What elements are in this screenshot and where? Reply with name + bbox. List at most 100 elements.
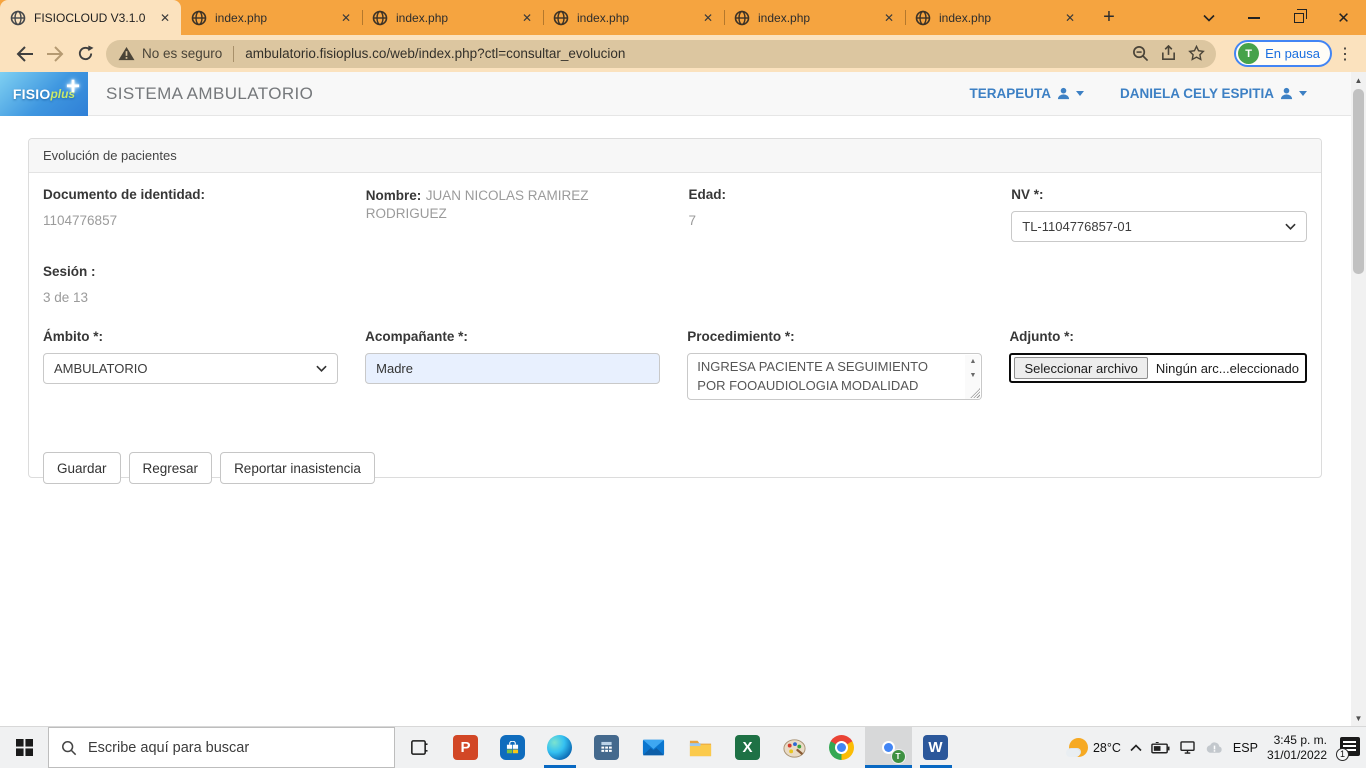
system-tray: 28°C ESP 3:45 p. m. 31/01/2022 1 (1069, 727, 1366, 768)
globe-favicon-icon (915, 10, 931, 26)
reportar-inasistencia-button[interactable]: Reportar inasistencia (220, 452, 375, 484)
nv-select[interactable]: TL-1104776857-01 (1011, 211, 1307, 242)
tab-title: FISIOCLOUD V3.1.0 (34, 11, 149, 25)
tab-close-icon[interactable]: ✕ (881, 10, 897, 26)
date-label: 31/01/2022 (1267, 748, 1327, 763)
url-text[interactable]: ambulatorio.fisioplus.co/web/index.php?c… (245, 46, 1126, 61)
share-button[interactable] (1154, 41, 1182, 67)
edge-app-button[interactable] (536, 727, 583, 768)
network-status[interactable] (1179, 741, 1196, 754)
minimize-button[interactable] (1231, 0, 1276, 35)
store-app-button[interactable] (489, 727, 536, 768)
person-icon (1057, 87, 1070, 100)
panel-body: Documento de identidad: 1104776857 Nombr… (29, 173, 1321, 500)
tab-indexphp-4[interactable]: index.php ✕ (724, 0, 905, 35)
back-button[interactable] (10, 39, 40, 69)
chrome-icon (829, 735, 854, 760)
zoom-out-button[interactable] (1126, 41, 1154, 67)
task-view-button[interactable] (395, 727, 442, 768)
nv-field: NV *: TL-1104776857-01 (1011, 187, 1307, 242)
tab-close-icon[interactable]: ✕ (700, 10, 716, 26)
tab-title: index.php (215, 11, 330, 25)
nav-user-label: DANIELA CELY ESPITIA (1120, 86, 1274, 101)
brand-name: FISIO (13, 86, 51, 102)
procedimiento-label: Procedimiento *: (687, 329, 982, 344)
ambito-label: Ámbito *: (43, 329, 338, 344)
restore-button[interactable] (1276, 0, 1321, 35)
procedimiento-text: INGRESA PACIENTE A SEGUIMIENTO POR FOOAU… (697, 358, 959, 400)
acompanante-input[interactable]: Madre (365, 353, 660, 384)
fisioplus-logo[interactable]: FISIOplus + (0, 72, 88, 116)
globe-favicon-icon (734, 10, 750, 26)
taskbar-search[interactable] (48, 727, 395, 768)
start-button[interactable] (0, 727, 48, 768)
weather-widget[interactable]: 28°C (1069, 738, 1121, 757)
windows-logo-icon (16, 739, 33, 756)
bookmark-star-button[interactable] (1182, 41, 1210, 67)
procedimiento-textarea[interactable]: INGRESA PACIENTE A SEGUIMIENTO POR FOOAU… (687, 353, 982, 400)
scrollbar-thumb[interactable] (1353, 89, 1364, 274)
close-icon: ✕ (1337, 9, 1350, 27)
new-tab-button[interactable]: + (1092, 4, 1126, 32)
file-status-text: Ningún arc...eleccionado (1156, 361, 1299, 376)
tab-indexphp-3[interactable]: index.php ✕ (543, 0, 724, 35)
notification-center-button[interactable]: 1 (1336, 737, 1360, 759)
page-scrollbar[interactable]: ▲ ▼ (1351, 72, 1366, 726)
edge-icon (547, 735, 572, 760)
scroll-up-icon[interactable]: ▲ (1351, 72, 1366, 88)
scroll-down-icon[interactable]: ▼ (1351, 710, 1366, 726)
word-app-button[interactable]: W (912, 727, 959, 768)
seleccionar-archivo-button[interactable]: Seleccionar archivo (1014, 357, 1147, 379)
search-input[interactable] (88, 740, 368, 756)
documento-label: Documento de identidad: (43, 187, 339, 202)
guardar-button[interactable]: Guardar (43, 452, 121, 484)
tab-close-icon[interactable]: ✕ (157, 10, 173, 26)
tray-expand-button[interactable] (1130, 744, 1142, 752)
tab-indexphp-2[interactable]: index.php ✕ (362, 0, 543, 35)
tab-indexphp-1[interactable]: index.php ✕ (181, 0, 362, 35)
mail-icon (641, 735, 666, 760)
tab-indexphp-5[interactable]: index.php ✕ (905, 0, 1086, 35)
browser-tab-strip: FISIOCLOUD V3.1.0 ✕ index.php ✕ index.ph… (0, 0, 1366, 35)
reload-button[interactable] (70, 39, 100, 69)
site-security-chip[interactable]: No es seguro (118, 46, 222, 61)
scroll-down-icon[interactable]: ▼ (965, 369, 980, 383)
tab-title: index.php (396, 11, 511, 25)
tab-search-chevron-icon[interactable] (1186, 0, 1231, 35)
star-icon (1188, 45, 1205, 62)
tab-fisiocloud[interactable]: FISIOCLOUD V3.1.0 ✕ (0, 0, 181, 35)
notification-count-badge: 1 (1336, 748, 1349, 761)
onedrive-status[interactable] (1205, 741, 1224, 754)
calculator-app-button[interactable] (583, 727, 630, 768)
ambito-select[interactable]: AMBULATORIO (43, 353, 338, 384)
powerpoint-app-button[interactable]: P (442, 727, 489, 768)
panel-title: Evolución de pacientes (29, 139, 1321, 173)
regresar-button[interactable]: Regresar (129, 452, 213, 484)
nav-user-menu[interactable]: DANIELA CELY ESPITIA (1120, 86, 1307, 101)
address-bar[interactable]: No es seguro ambulatorio.fisioplus.co/we… (106, 40, 1216, 68)
clock-widget[interactable]: 3:45 p. m. 31/01/2022 (1267, 733, 1327, 762)
resize-grip-icon[interactable] (970, 388, 980, 398)
excel-app-button[interactable]: X (724, 727, 771, 768)
edad-value: 7 (689, 213, 985, 228)
battery-status[interactable] (1151, 742, 1170, 754)
language-indicator[interactable]: ESP (1233, 741, 1258, 755)
mail-app-button[interactable] (630, 727, 677, 768)
tab-close-icon[interactable]: ✕ (338, 10, 354, 26)
forward-button[interactable] (40, 39, 70, 69)
adjunto-file-input[interactable]: Seleccionar archivo Ningún arc...eleccio… (1009, 353, 1307, 383)
chrome-app-button[interactable] (818, 727, 865, 768)
globe-favicon-icon (191, 10, 207, 26)
scroll-up-icon[interactable]: ▲ (965, 355, 980, 369)
documento-value: 1104776857 (43, 213, 339, 228)
tab-divider (362, 10, 363, 25)
profile-chip[interactable]: T En pausa (1234, 40, 1332, 67)
browser-menu-button[interactable]: ⋮ (1332, 44, 1358, 64)
tab-close-icon[interactable]: ✕ (1062, 10, 1078, 26)
file-explorer-app-button[interactable] (677, 727, 724, 768)
nav-terapeuta-menu[interactable]: TERAPEUTA (969, 86, 1084, 101)
tab-close-icon[interactable]: ✕ (519, 10, 535, 26)
close-window-button[interactable]: ✕ (1321, 0, 1366, 35)
paint-app-button[interactable] (771, 727, 818, 768)
chrome-profile-app-button[interactable]: T (865, 727, 912, 768)
